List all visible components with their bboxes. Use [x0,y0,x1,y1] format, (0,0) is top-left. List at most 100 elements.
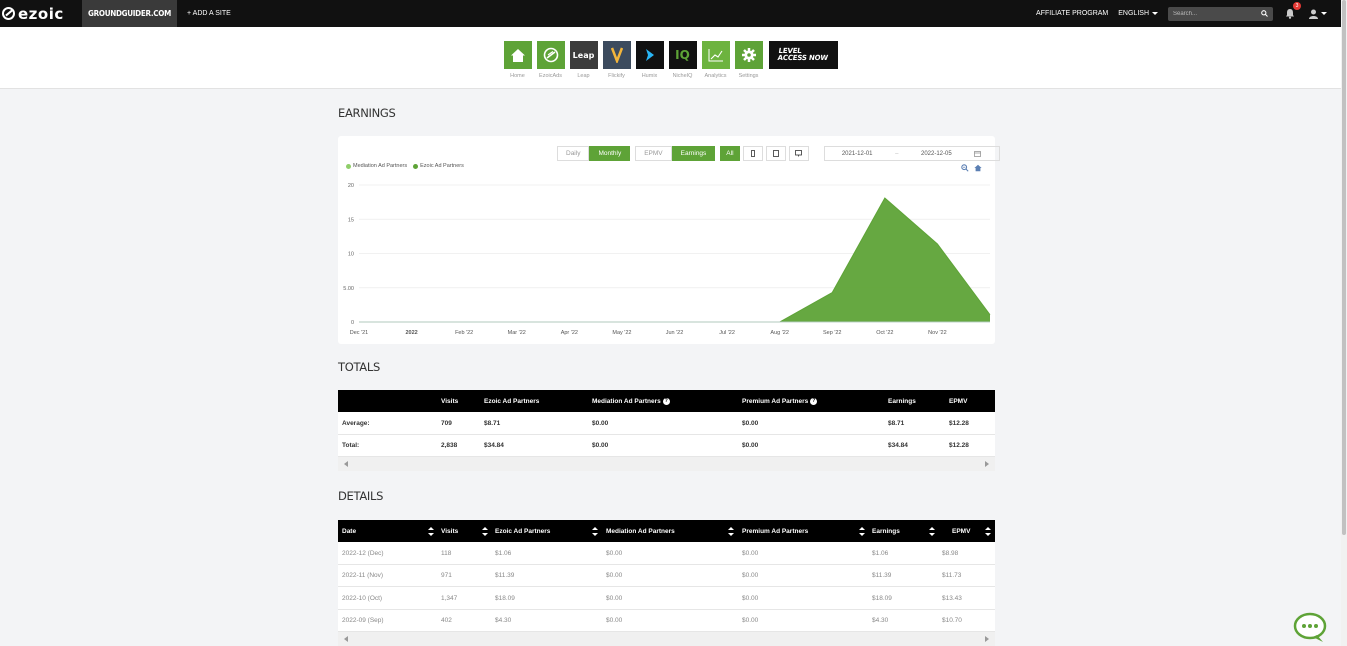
earnings-chart-card: Daily Monthly EPMV Earnings All 2021-12-… [338,136,1000,344]
totals-horizontal-scrollbar[interactable] [338,457,995,471]
ezoic-logo[interactable]: ezoic [0,0,82,27]
x-tick-label: Feb '22 [455,330,473,336]
language-label: ENGLISH [1118,10,1149,17]
chevron-down-icon [1321,12,1327,15]
level-access-now-button[interactable]: LEVEL ACCESS NOW [769,41,838,69]
sort-icon[interactable] [728,527,734,536]
table-cell: 2,838 [441,442,458,449]
table-cell: $0.00 [592,442,609,449]
table-cell: $8.98 [942,549,959,557]
x-tick-label: Apr '22 [561,330,578,336]
search-icon[interactable] [1261,10,1268,17]
x-tick-label: Oct '22 [876,330,893,336]
column-header-label: EPMV [949,397,968,405]
table-cell: $8.71 [888,419,905,427]
x-tick-label: Dec '21 [350,330,368,336]
scroll-left-icon[interactable] [344,636,348,642]
table-cell: $0.00 [606,572,623,579]
logo-text: ezoic [18,4,64,23]
app-ezoicads[interactable]: EzoicAds [534,41,567,79]
column-header[interactable]: Earnings [872,520,900,542]
table-cell: $34.84 [888,442,908,449]
sort-icon[interactable] [482,527,488,536]
app-home[interactable]: Home [501,41,534,79]
search-input[interactable] [1173,10,1253,17]
scroll-left-icon[interactable] [344,461,348,467]
app-flickify[interactable]: Flickify [600,41,633,79]
column-header-label: Visits [441,527,459,535]
table-row: 2022-10 (Oct) 1,347 $18.09 $0.00 $0.00 $18.09… [338,587,995,610]
column-header-label: Earnings [888,397,916,405]
column-header: Visits [441,390,458,412]
app-settings[interactable]: Settings [732,41,765,79]
add-site-link[interactable]: + ADD A SITE [187,10,231,17]
page-scrollbar-thumb[interactable] [1342,0,1346,535]
level-line-2: ACCESS NOW [777,54,829,62]
series-area-1 [359,198,990,322]
chat-support-icon[interactable] [1293,612,1327,644]
column-header[interactable]: Premium Ad Partners [742,520,808,542]
table-row: 2022-09 (Sep) 402 $4.30 $0.00 $0.00 $4.30 $10.… [338,610,995,632]
table-cell: $0.00 [606,549,623,557]
earnings-area-chart: 0 5.00 10 15 20 Dec '21 2022 Feb '22 Mar '22 Apr … [343,183,991,336]
table-cell: $0.00 [606,617,623,624]
column-header-label: Visits [441,397,459,405]
table-cell: $13.43 [942,594,962,602]
column-header-label: Ezoic Ad Partners [484,397,540,405]
column-header: Premium Ad Partners? [742,390,818,412]
column-header-label: Earnings [872,527,900,535]
sort-icon[interactable] [428,527,434,536]
language-dropdown[interactable]: ENGLISH [1118,10,1158,17]
table-cell: $0.00 [742,572,759,579]
app-nicheiq[interactable]: IQ NicheIQ [666,41,699,79]
affiliate-program-link[interactable]: AFFILIATE PROGRAM [1036,10,1108,17]
app-humix[interactable]: Humix [633,41,666,79]
column-header[interactable]: Mediation Ad Partners [606,520,675,542]
column-header[interactable]: Ezoic Ad Partners [495,520,550,542]
x-tick-label: Mar '22 [508,330,526,336]
y-tick-label: 15 [348,217,354,223]
help-icon[interactable]: ? [810,397,818,405]
app-label: Leap [577,73,590,79]
sort-icon[interactable] [985,527,991,536]
app-analytics[interactable]: Analytics [699,41,732,79]
analytics-icon [701,41,730,69]
sort-icon[interactable] [859,527,865,536]
x-tick-label: Aug '22 [770,330,788,336]
table-cell: 1,347 [441,594,458,602]
details-horizontal-scrollbar[interactable] [338,632,995,646]
scroll-right-icon[interactable] [985,461,989,467]
app-label: Flickify [608,73,625,79]
app-label: NicheIQ [672,73,693,79]
help-icon[interactable]: ? [662,397,670,405]
app-leap[interactable]: Leap Leap [567,41,600,79]
table-cell: $18.09 [495,594,515,602]
table-cell: 709 [441,419,452,427]
y-tick-label: 20 [348,183,354,189]
column-header[interactable]: Visits [441,520,458,542]
table-cell: $34.84 [484,442,504,449]
app-label: Settings [738,73,759,79]
search-box [1168,6,1273,21]
table-cell: $11.39 [872,572,892,579]
table-cell: $4.30 [495,617,512,624]
details-table: Date Visits Ezoic Ad Partners Mediation Ad … [338,520,995,646]
column-header-label: Mediation Ad Partners [592,397,661,405]
sort-icon[interactable] [929,527,935,536]
column-header: Mediation Ad Partners? [592,390,670,412]
column-header[interactable]: Date [342,520,356,542]
notifications-button[interactable]: 3 [1283,1,1301,21]
site-selector-tab[interactable]: GROUNDGUIDER.COM [82,0,177,27]
column-header[interactable]: EPMV [952,520,970,542]
column-header: Earnings [888,390,916,412]
table-cell: 2022-11 (Nov) [342,572,384,579]
sort-icon[interactable] [592,527,598,536]
notification-badge: 3 [1293,1,1301,10]
page-scrollbar[interactable] [1341,0,1347,646]
nicheiq-icon-text: IQ [675,48,690,62]
table-cell: $11.73 [942,572,962,579]
user-menu[interactable] [1309,9,1327,19]
bell-icon [1286,9,1294,19]
scroll-right-icon[interactable] [985,636,989,642]
column-header-label: Premium Ad Partners [742,527,809,535]
